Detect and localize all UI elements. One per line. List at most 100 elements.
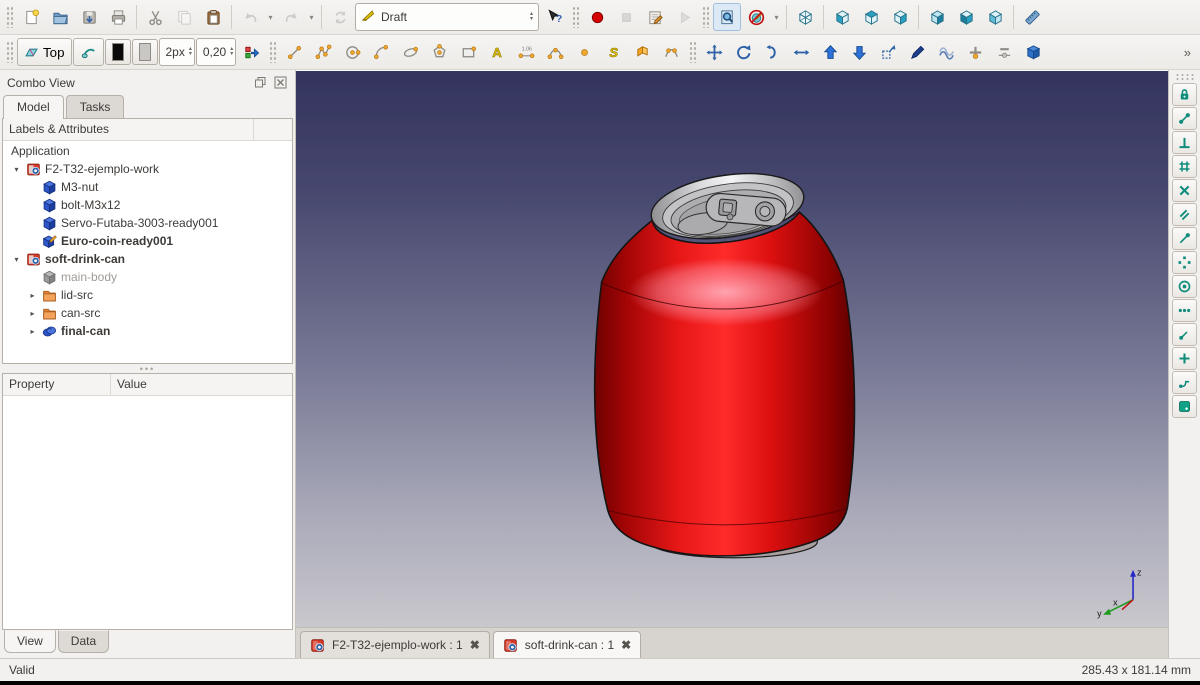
draft-rotate[interactable]	[729, 38, 757, 66]
draft-downgrade[interactable]	[845, 38, 873, 66]
constraint-solve[interactable]	[1172, 395, 1197, 418]
constraint-add[interactable]	[1172, 347, 1197, 370]
draft-bspline[interactable]	[541, 38, 569, 66]
tree-item-m3-nut[interactable]: M3-nut	[3, 178, 292, 196]
draft-facebinder[interactable]	[628, 38, 656, 66]
tree-item-main-body[interactable]: main-body	[3, 268, 292, 286]
draft-point[interactable]	[570, 38, 598, 66]
constraint-plane-parallel[interactable]	[1172, 155, 1197, 178]
draw-style[interactable]	[742, 3, 770, 31]
draft-add-point[interactable]	[961, 38, 989, 66]
tree-expander[interactable]: ▾	[11, 255, 22, 264]
constraint-perpendicular[interactable]	[1172, 131, 1197, 154]
draft-rectangle[interactable]	[454, 38, 482, 66]
toolbar-drag-handle[interactable]	[1175, 73, 1195, 80]
draft-dimension[interactable]: 1.06	[512, 38, 540, 66]
tab-model[interactable]: Model	[3, 95, 64, 119]
macro-edit[interactable]	[641, 3, 669, 31]
draft-shapestring[interactable]: S	[599, 38, 627, 66]
toolbar-drag-handle[interactable]	[6, 41, 13, 63]
tab-data[interactable]: Data	[58, 630, 109, 653]
new-document[interactable]	[17, 3, 45, 31]
cut[interactable]	[141, 3, 169, 31]
face-color-swatch[interactable]	[132, 39, 158, 65]
tree-item-euro-coin-ready001[interactable]: Euro-coin-ready001	[3, 232, 292, 250]
constraint-parallel[interactable]	[1172, 203, 1197, 226]
constraint-distance[interactable]	[1172, 323, 1197, 346]
draft-offset[interactable]	[758, 38, 786, 66]
tree-item-f2-t32-ejemplo-work[interactable]: ▾ F2-T32-ejemplo-work	[3, 160, 292, 178]
tree-item-lid-src[interactable]: ▸ lid-src	[3, 286, 292, 304]
float-panel-icon[interactable]	[253, 76, 268, 90]
draft-wire[interactable]	[309, 38, 337, 66]
view-front[interactable]	[828, 3, 856, 31]
close-tab-icon[interactable]: ✖	[470, 638, 480, 652]
toolbar-drag-handle[interactable]	[6, 6, 13, 28]
toolbar-drag-handle[interactable]	[572, 6, 579, 28]
measure-distance[interactable]	[1018, 3, 1046, 31]
constraint-point-on-point[interactable]	[1172, 107, 1197, 130]
tree-item-can-src[interactable]: ▸ can-src	[3, 304, 292, 322]
close-tab-icon[interactable]: ✖	[621, 638, 631, 652]
draft-text[interactable]: A	[483, 38, 511, 66]
draft-polygon[interactable]	[425, 38, 453, 66]
fit-all[interactable]	[713, 3, 741, 31]
whats-this[interactable]: ?	[540, 3, 568, 31]
tree-item-servo-futaba-3003-ready001[interactable]: Servo-Futaba-3003-ready001	[3, 214, 292, 232]
view-rear[interactable]	[923, 3, 951, 31]
toolbar-overflow-button[interactable]: »	[1178, 45, 1197, 60]
spin-arrows[interactable]: ▴▾	[189, 47, 192, 57]
constraint-concentric[interactable]	[1172, 275, 1197, 298]
toolbar-drag-handle[interactable]	[689, 41, 696, 63]
refresh[interactable]	[326, 3, 354, 31]
tree-expander[interactable]: ▸	[27, 327, 38, 336]
toolbar-drag-handle[interactable]	[702, 6, 709, 28]
constraint-symmetric[interactable]	[1172, 251, 1197, 274]
tree-item-final-can[interactable]: ▸ final-can	[3, 322, 292, 340]
tab-view[interactable]: View	[4, 630, 56, 653]
constraint-path[interactable]	[1172, 371, 1197, 394]
open-document[interactable]	[46, 3, 74, 31]
undo-dropdown-arrow[interactable]: ▾	[265, 3, 276, 31]
document-tab[interactable]: soft-drink-can : 1 ✖	[493, 631, 641, 658]
draft-ellipse[interactable]	[396, 38, 424, 66]
constraint-angled[interactable]	[1172, 227, 1197, 250]
working-plane-button[interactable]: Top	[17, 38, 72, 66]
draft-shape2dview[interactable]	[1019, 38, 1047, 66]
redo-dropdown-arrow[interactable]: ▾	[306, 3, 317, 31]
draft-line[interactable]	[280, 38, 308, 66]
view-axonometric[interactable]	[791, 3, 819, 31]
view-right[interactable]	[886, 3, 914, 31]
draft-bezier[interactable]	[657, 38, 685, 66]
paste[interactable]	[199, 3, 227, 31]
constraint-lock[interactable]	[1172, 83, 1197, 106]
draft-delete-point[interactable]	[990, 38, 1018, 66]
line-color-swatch[interactable]	[105, 39, 131, 65]
tab-tasks[interactable]: Tasks	[66, 95, 125, 119]
tree-header[interactable]: Labels & Attributes	[3, 119, 292, 141]
constraint-axial[interactable]	[1172, 179, 1197, 202]
workbench-combo-arrows[interactable]: ▴▾	[530, 12, 533, 22]
draw-style-dropdown-arrow[interactable]: ▾	[771, 3, 782, 31]
tree-item-bolt-m3x12[interactable]: bolt-M3x12	[3, 196, 292, 214]
macro-play[interactable]	[670, 3, 698, 31]
construction-mode-toggle[interactable]	[73, 38, 104, 66]
panel-splitter[interactable]: •••	[0, 364, 295, 373]
workbench-selector[interactable]: Draft ▴▾	[355, 3, 539, 31]
view-top[interactable]	[857, 3, 885, 31]
draft-upgrade[interactable]	[816, 38, 844, 66]
tree-expander[interactable]: ▾	[11, 165, 22, 174]
macro-stop[interactable]	[612, 3, 640, 31]
draft-arc[interactable]	[367, 38, 395, 66]
macro-record[interactable]	[583, 3, 611, 31]
value-column-header[interactable]: Value	[111, 374, 153, 395]
print[interactable]	[104, 3, 132, 31]
tree-expander[interactable]: ▸	[27, 291, 38, 300]
text-scale-spinbox[interactable]: 0,20 ▴▾	[196, 38, 236, 66]
tree-item-soft-drink-can[interactable]: ▾ soft-drink-can	[3, 250, 292, 268]
draft-circle[interactable]	[338, 38, 366, 66]
tree-expander[interactable]: ▸	[27, 309, 38, 318]
draft-scale[interactable]	[874, 38, 902, 66]
tree-root-application[interactable]: Application	[3, 142, 292, 160]
toolbar-drag-handle[interactable]	[269, 41, 276, 63]
